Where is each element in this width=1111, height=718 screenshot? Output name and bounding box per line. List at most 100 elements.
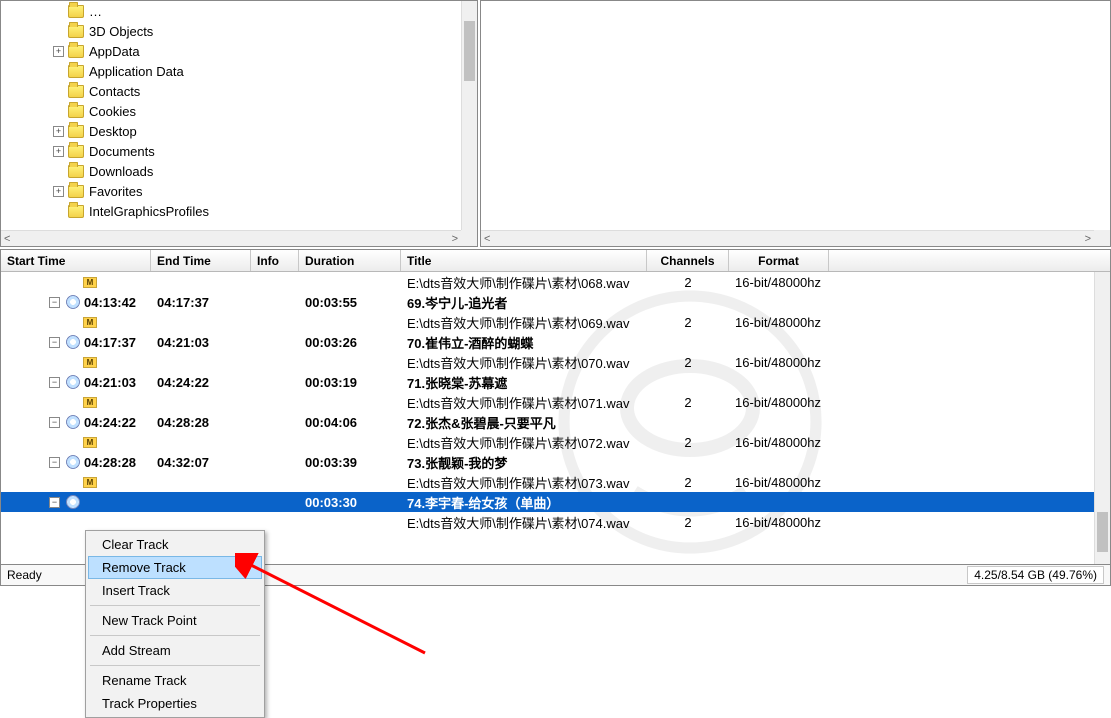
tree-row[interactable]: + Documents [1, 141, 461, 161]
track-channels: 2 [647, 475, 729, 490]
track-end: 04:17:37 [151, 295, 251, 310]
vertical-scrollbar[interactable] [461, 1, 477, 230]
menu-separator [90, 605, 260, 606]
track-path: E:\dts音效大师\制作碟片\素材\070.wav [401, 353, 647, 372]
track-path: E:\dts音效大师\制作碟片\素材\071.wav [401, 393, 647, 412]
track-title: 69.岑宁儿-追光者 [401, 293, 647, 312]
vertical-scrollbar[interactable] [1094, 272, 1110, 564]
col-info[interactable]: Info [251, 250, 299, 271]
folder-icon [68, 85, 84, 98]
tree-row[interactable]: … [1, 1, 461, 21]
track-channels: 2 [647, 355, 729, 370]
track-row[interactable]: −04:17:3704:21:0300:03:2670.崔伟立-酒醉的蝴蝶 [1, 332, 1110, 352]
folder-icon [68, 165, 84, 178]
collapse-icon[interactable]: − [49, 297, 60, 308]
expander-icon[interactable]: + [53, 146, 64, 157]
collapse-icon[interactable]: − [49, 457, 60, 468]
folder-label: IntelGraphicsProfiles [89, 204, 209, 219]
col-title[interactable]: Title [401, 250, 647, 271]
expander-icon [53, 6, 64, 17]
track-end: 04:28:28 [151, 415, 251, 430]
tree-row[interactable]: Cookies [1, 101, 461, 121]
music-badge-icon: M [83, 317, 97, 328]
expander-icon [53, 26, 64, 37]
track-start: 04:17:37 [84, 335, 136, 350]
track-row[interactable]: −04:21:0304:24:2200:03:1971.张晓棠-苏幕遮 [1, 372, 1110, 392]
tree-row[interactable]: 3D Objects [1, 21, 461, 41]
track-sub-row[interactable]: ME:\dts音效大师\制作碟片\素材\070.wav216-bit/48000… [1, 352, 1110, 372]
table-body[interactable]: ME:\dts音效大师\制作碟片\素材\068.wav216-bit/48000… [1, 272, 1110, 564]
track-row[interactable]: −04:13:4204:17:3700:03:5569.岑宁儿-追光者 [1, 292, 1110, 312]
horizontal-scrollbar[interactable]: <> [1, 230, 461, 246]
track-table: Start Time End Time Info Duration Title … [0, 249, 1111, 564]
menu-insert-track[interactable]: Insert Track [88, 579, 262, 602]
folder-icon [68, 185, 84, 198]
track-title: 74.李宇春-给女孩（单曲） [401, 493, 647, 512]
folder-label: Documents [89, 144, 155, 159]
folder-label: Desktop [89, 124, 137, 139]
track-channels: 2 [647, 435, 729, 450]
track-sub-row[interactable]: ME:\dts音效大师\制作碟片\素材\073.wav216-bit/48000… [1, 472, 1110, 492]
track-title: 72.张杰&张碧晨-只要平凡 [401, 413, 647, 432]
preview-pane: <> [480, 0, 1111, 247]
track-path: E:\dts音效大师\制作碟片\素材\072.wav [401, 433, 647, 452]
menu-add-stream[interactable]: Add Stream [88, 639, 262, 662]
track-sub-row[interactable]: ME:\dts音效大师\制作碟片\素材\072.wav216-bit/48000… [1, 432, 1110, 452]
table-header: Start Time End Time Info Duration Title … [1, 250, 1110, 272]
collapse-icon[interactable]: − [49, 337, 60, 348]
tree-row[interactable]: + Desktop [1, 121, 461, 141]
horizontal-scrollbar[interactable]: <> [481, 230, 1094, 246]
folder-label: Favorites [89, 184, 142, 199]
expander-icon [53, 106, 64, 117]
collapse-icon[interactable]: − [49, 497, 60, 508]
menu-clear-track[interactable]: Clear Track [88, 533, 262, 556]
menu-rename-track[interactable]: Rename Track [88, 669, 262, 692]
folder-icon [68, 45, 84, 58]
collapse-icon[interactable]: − [49, 377, 60, 388]
track-row[interactable]: −04:28:2804:32:0700:03:3973.张靓颖-我的梦 [1, 452, 1110, 472]
menu-separator [90, 635, 260, 636]
folder-icon [68, 205, 84, 218]
track-start: 04:21:03 [84, 375, 136, 390]
menu-track-properties[interactable]: Track Properties [88, 692, 262, 715]
folder-icon [68, 105, 84, 118]
tree-row[interactable]: Downloads [1, 161, 461, 181]
tree-row[interactable]: +AppData [1, 41, 461, 61]
folder-label: 3D Objects [89, 24, 153, 39]
col-duration[interactable]: Duration [299, 250, 401, 271]
menu-new-track-point[interactable]: New Track Point [88, 609, 262, 632]
track-format: 16-bit/48000hz [729, 275, 829, 290]
expander-icon[interactable]: + [53, 46, 64, 57]
track-path: E:\dts音效大师\制作碟片\素材\074.wav [401, 513, 647, 532]
track-row[interactable]: −04:24:2204:28:2800:04:0672.张杰&张碧晨-只要平凡 [1, 412, 1110, 432]
expander-icon [53, 206, 64, 217]
tree-row[interactable]: IntelGraphicsProfiles [1, 201, 461, 221]
expander-icon[interactable]: + [53, 186, 64, 197]
track-sub-row[interactable]: ME:\dts音效大师\制作碟片\素材\068.wav216-bit/48000… [1, 272, 1110, 292]
menu-remove-track[interactable]: Remove Track [88, 556, 262, 579]
folder-tree[interactable]: … 3D Objects +AppDataApplication DataCont… [1, 1, 461, 221]
track-sub-row[interactable]: ME:\dts音效大师\制作碟片\素材\069.wav216-bit/48000… [1, 312, 1110, 332]
col-end-time[interactable]: End Time [151, 250, 251, 271]
tree-row[interactable]: + Favorites [1, 181, 461, 201]
track-sub-row[interactable]: E:\dts音效大师\制作碟片\素材\074.wav216-bit/48000h… [1, 512, 1110, 532]
expander-icon[interactable]: + [53, 126, 64, 137]
music-badge-icon: M [83, 397, 97, 408]
track-row[interactable]: −00:03:3074.李宇春-给女孩（单曲） [1, 492, 1110, 512]
tree-row[interactable]: Application Data [1, 61, 461, 81]
col-channels[interactable]: Channels [647, 250, 729, 271]
track-channels: 2 [647, 315, 729, 330]
collapse-icon[interactable]: − [49, 417, 60, 428]
col-format[interactable]: Format [729, 250, 829, 271]
track-start: 04:24:22 [84, 415, 136, 430]
track-sub-row[interactable]: ME:\dts音效大师\制作碟片\素材\071.wav216-bit/48000… [1, 392, 1110, 412]
folder-icon [68, 125, 84, 138]
status-disk-usage: 4.25/8.54 GB (49.76%) [967, 566, 1104, 584]
track-duration: 00:03:39 [299, 455, 401, 470]
track-duration: 00:03:19 [299, 375, 401, 390]
tree-row[interactable]: Contacts [1, 81, 461, 101]
col-start-time[interactable]: Start Time [1, 250, 151, 271]
disc-icon [66, 455, 80, 469]
track-title: 71.张晓棠-苏幕遮 [401, 373, 647, 392]
folder-label: … [89, 4, 102, 19]
